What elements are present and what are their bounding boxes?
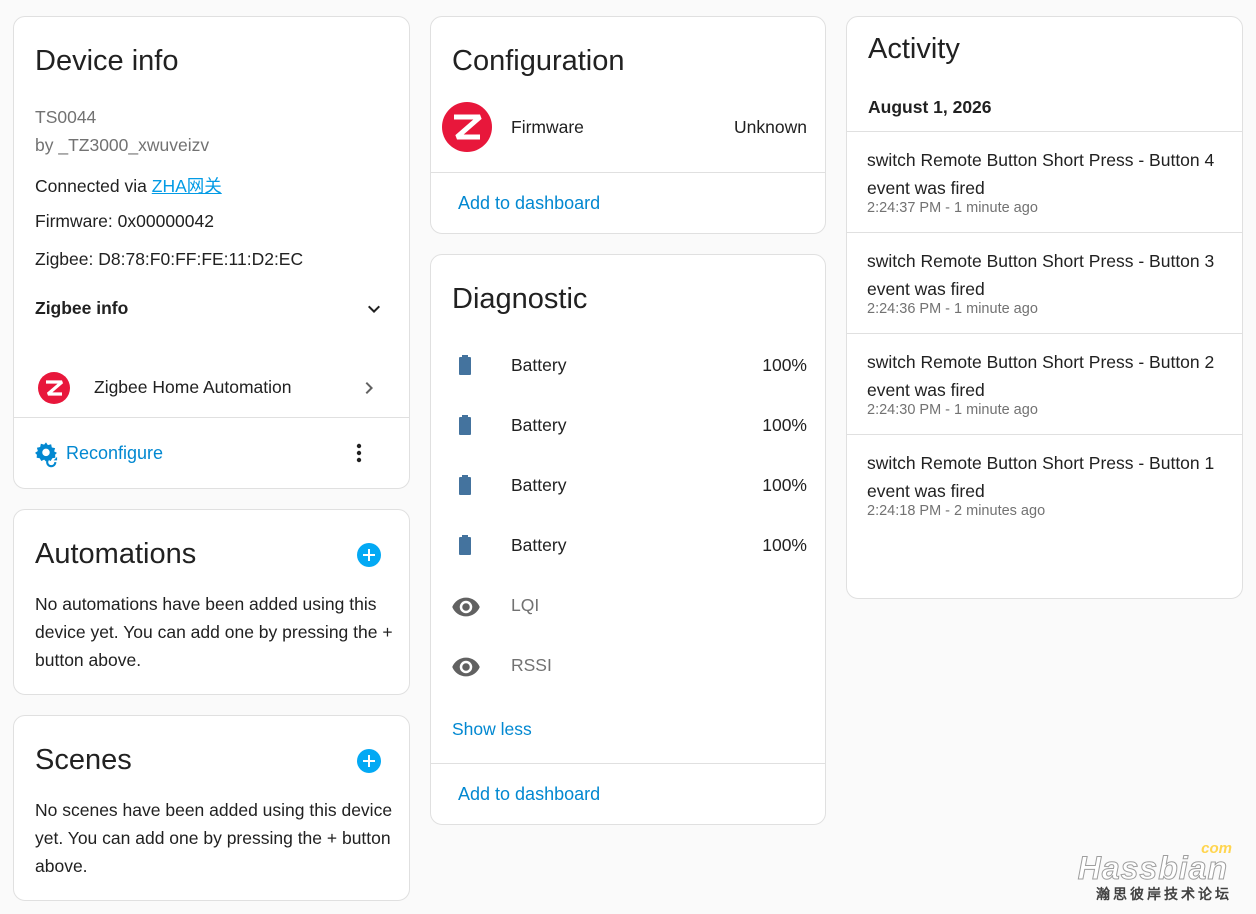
hassbian-watermark: com Hassbian 瀚思彼岸技术论坛 [1077, 840, 1232, 904]
chevron-down-icon [368, 305, 380, 313]
diagnostic-row-label: Battery [511, 415, 567, 435]
activity-event-time: 2:24:30 PM - 1 minute ago [867, 402, 1038, 418]
diagnostic-row-label: RSSI [511, 655, 552, 675]
battery-icon [459, 475, 471, 495]
more-vert-icon[interactable] [347, 441, 371, 465]
activity-event-text: switch Remote Button Short Press - Butto… [867, 453, 1215, 501]
activity-title: Activity [868, 33, 960, 65]
zigbee-info-expander[interactable]: Zigbee info [14, 287, 411, 329]
configuration-title: Configuration [452, 45, 625, 77]
activity-event-time: 2:24:37 PM - 1 minute ago [867, 200, 1038, 216]
configuration-add-to-dashboard-button[interactable]: Add to dashboard [458, 193, 600, 214]
integration-label: Zigbee Home Automation [94, 377, 292, 397]
diagnostic-title: Diagnostic [452, 283, 588, 315]
diagnostic-row-value: 100% [762, 355, 807, 375]
diagnostic-row-rssi[interactable]: RSSI [431, 643, 827, 687]
configuration-divider [431, 172, 825, 173]
diagnostic-row-battery[interactable]: Battery 100% [431, 343, 827, 387]
zigbee-logo-icon [38, 372, 70, 404]
zigbee-address: Zigbee: D8:78:F0:FF:FE:11:D2:EC [35, 249, 304, 269]
activity-event[interactable]: switch Remote Button Short Press - Butto… [847, 233, 1242, 334]
battery-icon [459, 415, 471, 435]
activity-event-text: switch Remote Button Short Press - Butto… [867, 352, 1215, 400]
diagnostic-add-to-dashboard-button[interactable]: Add to dashboard [458, 784, 600, 805]
automations-empty-text: No automations have been added using thi… [35, 594, 393, 670]
configuration-card: Configuration Firmware Unknown Add to da… [430, 16, 826, 234]
zigbee-logo-icon [442, 102, 492, 152]
firmware-info: Firmware: 0x00000042 [35, 211, 214, 231]
activity-event[interactable]: switch Remote Button Short Press - Butto… [847, 334, 1242, 435]
diagnostic-row-label: Battery [511, 475, 567, 495]
scenes-card: Scenes No scenes have been added using t… [13, 715, 410, 901]
integration-row[interactable]: Zigbee Home Automation [14, 363, 411, 413]
activity-event[interactable]: switch Remote Button Short Press - Butto… [847, 132, 1242, 233]
diagnostic-card: Diagnostic Battery 100% Battery 100% Bat… [430, 254, 826, 825]
activity-card: Activity August 1, 2026 switch Remote Bu… [846, 16, 1243, 599]
automations-title: Automations [35, 538, 197, 570]
firmware-row-label: Firmware [511, 117, 584, 137]
activity-event[interactable]: switch Remote Button Short Press - Butto… [847, 435, 1242, 535]
device-info-title: Device info [35, 45, 179, 77]
zigbee-info-label: Zigbee info [35, 298, 129, 318]
connected-via-link[interactable]: ZHA网关 [152, 176, 222, 196]
add-scene-button[interactable] [357, 749, 381, 773]
add-automation-button[interactable] [357, 543, 381, 567]
diagnostic-row-label: LQI [511, 595, 540, 615]
activity-event-time: 2:24:18 PM - 2 minutes ago [867, 503, 1046, 519]
activity-event-time: 2:24:36 PM - 1 minute ago [867, 301, 1038, 317]
battery-icon [459, 535, 471, 555]
activity-date: August 1, 2026 [868, 97, 992, 117]
activity-event-text: switch Remote Button Short Press - Butto… [867, 251, 1215, 299]
diagnostic-row-battery[interactable]: Battery 100% [431, 463, 827, 507]
automations-card: Automations No automations have been add… [13, 509, 410, 695]
reconfigure-label: Reconfigure [66, 443, 164, 463]
device-model: TS0044 [35, 107, 97, 127]
firmware-entity-row[interactable]: Firmware Unknown [431, 101, 827, 153]
diagnostic-row-value: 100% [762, 415, 807, 435]
diagnostic-row-lqi[interactable]: LQI [431, 583, 827, 627]
firmware-row-value: Unknown [734, 117, 807, 137]
diagnostic-row-label: Battery [511, 535, 567, 555]
diagnostic-row-value: 100% [762, 535, 807, 555]
eye-icon [452, 657, 480, 677]
scenes-empty-text: No scenes have been added using this dev… [35, 800, 393, 876]
show-less-button[interactable]: Show less [452, 719, 532, 740]
scenes-title: Scenes [35, 744, 132, 776]
chevron-right-icon [365, 382, 373, 394]
device-info-card: Device info TS0044 by _TZ3000_xwuveizv C… [13, 16, 410, 489]
connected-via: Connected via ZHA网关 [35, 173, 222, 198]
connected-via-label: Connected via [35, 176, 152, 196]
watermark-subtitle: 瀚思彼岸技术论坛 [1096, 886, 1232, 902]
diagnostic-row-battery[interactable]: Battery 100% [431, 523, 827, 567]
cog-refresh-icon [35, 442, 58, 468]
diagnostic-row-label: Battery [511, 355, 567, 375]
device-info-divider [14, 417, 409, 418]
battery-icon [459, 355, 471, 375]
diagnostic-row-value: 100% [762, 475, 807, 495]
eye-icon [452, 597, 480, 617]
reconfigure-button[interactable]: Reconfigure [32, 437, 182, 471]
diagnostic-divider [431, 763, 825, 764]
diagnostic-row-battery[interactable]: Battery 100% [431, 403, 827, 447]
device-manufacturer: by _TZ3000_xwuveizv [35, 135, 210, 155]
watermark-brand: Hassbian [1077, 850, 1228, 887]
activity-event-text: switch Remote Button Short Press - Butto… [867, 150, 1215, 198]
